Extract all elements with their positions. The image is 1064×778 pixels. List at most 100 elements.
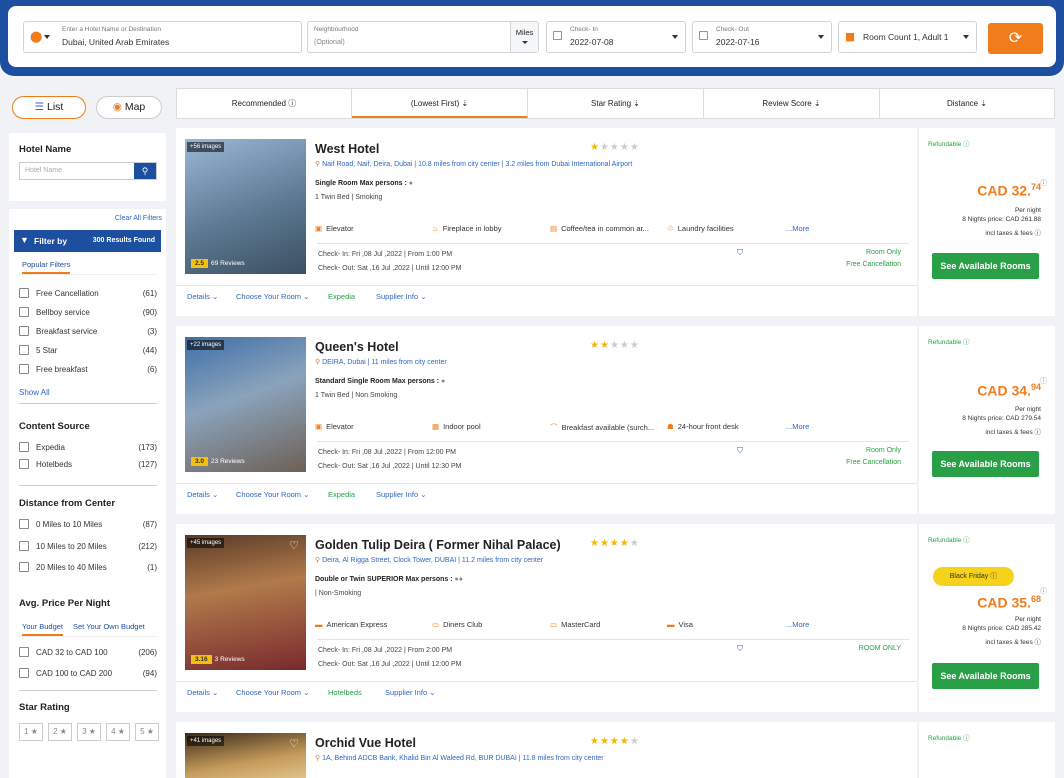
cancellation-policy: Free Cancellation (846, 261, 901, 268)
info-icon[interactable]: ⓘ (1040, 178, 1047, 188)
sort-tab-recommended[interactable]: Recommended ⓘ (177, 89, 352, 118)
checkbox[interactable] (19, 647, 29, 657)
hotel-image[interactable]: +41 images ♡ (185, 733, 306, 778)
own-budget-tab[interactable]: Set Your Own Budget (73, 622, 145, 631)
filter-distance-0-10[interactable]: 0 Miles to 10 Miles (87) (19, 519, 157, 533)
hotel-image[interactable]: +22 images 3.0 23 Reviews (185, 337, 306, 472)
check-out-label: Check- Out (716, 26, 749, 33)
checkbox[interactable] (19, 519, 29, 529)
credit-card-icon: ▭ (550, 620, 558, 629)
checkbox[interactable] (19, 288, 29, 298)
destination-field[interactable]: ⬤ Enter a Hotel Name or Destination Duba… (23, 21, 302, 53)
filter-breakfast-service[interactable]: Breakfast service (3) (19, 326, 157, 340)
choose-room-link[interactable]: Choose Your Room ⌄ (236, 292, 309, 301)
hotel-name[interactable]: Orchid Vue Hotel (315, 736, 416, 750)
location-pin-icon: ⚲ (315, 557, 321, 564)
supplier-info-link[interactable]: Supplier Info ⌄ (376, 490, 426, 499)
search-header: ⬤ Enter a Hotel Name or Destination Duba… (0, 0, 1064, 76)
see-available-rooms-button[interactable]: See Available Rooms (932, 451, 1039, 477)
star-button-2[interactable]: 2 ★ (48, 723, 72, 741)
choose-room-link[interactable]: Choose Your Room ⌄ (236, 688, 309, 697)
checkbox[interactable] (19, 307, 29, 317)
filter-source-hotelbeds[interactable]: Hotelbeds (127) (19, 459, 157, 473)
heart-icon[interactable]: ♡ (289, 539, 299, 552)
filter-distance-20-40[interactable]: 20 Miles to 40 Miles (1) (19, 562, 157, 576)
hotel-name[interactable]: Golden Tulip Deira ( Former Nihal Palace… (315, 538, 561, 552)
chevron-down-icon (818, 35, 824, 39)
more-amenities-link[interactable]: ...More (786, 620, 809, 629)
filter-count: (3) (147, 327, 157, 336)
black-friday-badge[interactable]: Black Friday ⓘ (933, 567, 1014, 586)
hotel-address[interactable]: ⚲ DEIRA, Dubai | 11 miles from city cent… (315, 358, 447, 366)
checkbox[interactable] (19, 668, 29, 678)
check-in-field[interactable]: Check- In 2022-07-08 (546, 21, 686, 53)
hotel-address[interactable]: ⚲ Naif Road, Naif, Deira, Dubai | 10.8 m… (315, 160, 632, 168)
see-available-rooms-button[interactable]: See Available Rooms (932, 663, 1039, 689)
details-link[interactable]: Details ⌄ (187, 688, 218, 697)
info-icon[interactable]: ⓘ (1040, 586, 1047, 596)
sort-tab-price[interactable]: (Lowest First) ⇣ (352, 89, 528, 118)
hotel-name[interactable]: West Hotel (315, 142, 379, 156)
sort-tab-distance[interactable]: Distance ⇣ (880, 89, 1054, 118)
filter-price-100-200[interactable]: CAD 100 to CAD 200 (94) (19, 668, 157, 682)
filter-bellboy-service[interactable]: Bellboy service (90) (19, 307, 157, 321)
filter-free-breakfast[interactable]: Free breakfast (6) (19, 364, 157, 378)
info-icon[interactable]: ⓘ (1040, 376, 1047, 386)
check-out-field[interactable]: Check- Out 2022-07-16 (692, 21, 832, 53)
filter-distance-10-20[interactable]: 10 Miles to 20 Miles (212) (19, 541, 157, 555)
filter-price-32-100[interactable]: CAD 32 to CAD 100 (206) (19, 647, 157, 661)
your-budget-tab[interactable]: Your Budget (22, 622, 64, 636)
checkbox[interactable] (19, 562, 29, 572)
filter-source-expedia[interactable]: Expedia (173) (19, 442, 157, 456)
list-view-button[interactable]: ☰ List (12, 96, 86, 119)
sort-tab-review-score[interactable]: Review Score ⇣ (704, 89, 880, 118)
checkbox[interactable] (19, 459, 29, 469)
details-link[interactable]: Details ⌄ (187, 490, 218, 499)
details-link[interactable]: Details ⌄ (187, 292, 218, 301)
show-all-link[interactable]: Show All (19, 388, 50, 397)
checkbox[interactable] (19, 345, 29, 355)
map-view-button[interactable]: ◉ Map (96, 96, 162, 119)
hotel-name[interactable]: Queen's Hotel (315, 340, 399, 354)
more-amenities-link[interactable]: ...More (786, 224, 809, 233)
star-button-5[interactable]: 5 ★ (135, 723, 159, 741)
hotel-name-input[interactable]: Hotel Name ⚲ (19, 162, 157, 180)
more-amenities-link[interactable]: ...More (786, 422, 809, 431)
checkbox[interactable] (19, 326, 29, 336)
popular-filters-tab[interactable]: Popular Filters (22, 260, 71, 274)
amenity-label: Breakfast available (surch... (561, 423, 655, 432)
hotel-address[interactable]: ⚲ Deira, Al Rigga Street, Clock Tower, D… (315, 556, 543, 564)
pool-icon: ▦ (432, 422, 440, 431)
supplier-info-link[interactable]: Supplier Info ⌄ (385, 688, 435, 697)
sort-tab-star-rating[interactable]: Star Rating ⇣ (528, 89, 704, 118)
hotel-image[interactable]: +45 images ♡ 3.16 3 Reviews (185, 535, 306, 670)
supplier-info-link[interactable]: Supplier Info ⌄ (376, 292, 426, 301)
checkbox[interactable] (19, 541, 29, 551)
price-main: CAD 34. (977, 382, 1031, 399)
filter-label: CAD 100 to CAD 200 (36, 669, 113, 678)
checkbox[interactable] (19, 442, 29, 452)
heart-icon[interactable]: ♡ (289, 737, 299, 750)
location-dropdown-caret[interactable] (44, 35, 50, 39)
room-count-field[interactable]: ▮▮ Room Count 1, Adult 1 (838, 21, 977, 53)
star-button-3[interactable]: 3 ★ (77, 723, 101, 741)
units-select[interactable]: Miles (510, 22, 538, 52)
search-icon[interactable]: ⚲ (134, 163, 156, 179)
choose-room-link[interactable]: Choose Your Room ⌄ (236, 490, 309, 499)
filter-by-label: Filter by (34, 236, 68, 246)
filter-free-cancellation[interactable]: Free Cancellation (61) (19, 288, 157, 302)
refresh-search-button[interactable]: ⟳ (988, 23, 1043, 54)
star-button-4[interactable]: 4 ★ (106, 723, 130, 741)
clear-all-filters-link[interactable]: Clear All Filters (115, 215, 162, 222)
filter-5-star[interactable]: 5 Star (44) (19, 345, 157, 359)
star-button-1[interactable]: 1 ★ (19, 723, 43, 741)
checkbox[interactable] (19, 364, 29, 374)
review-summary: 3.0 23 Reviews (191, 457, 245, 466)
hotel-image[interactable]: +56 images 2.5 69 Reviews (185, 139, 306, 274)
check-in-value: 2022-07-08 (570, 37, 614, 47)
laundry-icon: ♲ (667, 224, 674, 233)
neighbourhood-field[interactable]: Neighbourhood (Optional) Miles (307, 21, 539, 53)
hotel-address[interactable]: ⚲ 1A, Behind ADCB Bank, Khalid Bin Al Wa… (315, 754, 604, 762)
supplier-name: Expedia (328, 292, 356, 301)
see-available-rooms-button[interactable]: See Available Rooms (932, 253, 1039, 279)
